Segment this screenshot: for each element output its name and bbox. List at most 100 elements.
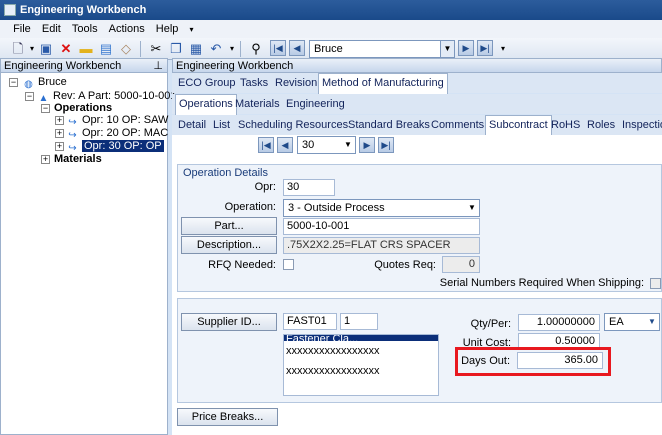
- record-combo[interactable]: 30 ▼: [297, 136, 356, 154]
- record-next-icon[interactable]: ▶: [359, 137, 375, 153]
- description-button[interactable]: Description...: [181, 236, 277, 254]
- opr-field[interactable]: 30: [283, 179, 335, 196]
- chevron-down-icon[interactable]: ▼: [465, 200, 479, 216]
- cut-icon[interactable]: ✂: [148, 41, 164, 57]
- paste-icon[interactable]: ▦: [188, 41, 204, 57]
- tab-roles[interactable]: Roles: [584, 117, 618, 135]
- tab-rohs[interactable]: RoHS: [548, 117, 583, 135]
- tab-detail[interactable]: Detail: [175, 117, 209, 135]
- chevron-down-icon[interactable]: ▼: [645, 314, 659, 330]
- record-value: 30: [302, 139, 315, 151]
- uom-select[interactable]: EA ▼: [604, 313, 660, 331]
- tab-operations[interactable]: Operations: [175, 94, 237, 115]
- tab-materials[interactable]: Materials: [232, 96, 283, 114]
- tabs-level2: Operations Materials Engineering: [172, 94, 662, 115]
- delete-icon[interactable]: ✕: [58, 41, 74, 57]
- undo-dropdown-icon[interactable]: ▾: [224, 41, 240, 57]
- menu-overflow-icon[interactable]: ▾: [185, 21, 197, 39]
- tree-node-op-10-label: Opr: 10 OP: SAW: [82, 114, 169, 126]
- detail-panel-title-bar: Engineering Workbench: [172, 58, 662, 73]
- tree-node-op-20-label: Opr: 20 OP: MAC: [82, 127, 169, 139]
- window-title-bar: Engineering Workbench: [0, 0, 662, 20]
- supplier-id-field[interactable]: FAST01: [283, 313, 337, 330]
- quotes-req-field: 0: [442, 256, 480, 273]
- pin-icon[interactable]: ⊥: [153, 59, 163, 73]
- app-icon: [4, 4, 16, 16]
- collapse-icon[interactable]: −: [25, 92, 34, 101]
- save-icon[interactable]: ▣: [38, 41, 54, 57]
- nav-record-value: Bruce: [314, 43, 343, 55]
- menu-edit[interactable]: Edit: [38, 20, 65, 38]
- record-first-icon[interactable]: |◀: [258, 137, 274, 153]
- price-breaks-button[interactable]: Price Breaks...: [177, 408, 278, 426]
- nav-last-icon[interactable]: ▶|: [477, 40, 493, 56]
- supplier-address-line: Fastener Cla...: [284, 335, 438, 341]
- open-folder-icon[interactable]: ▬: [78, 41, 94, 57]
- tab-standard-breaks[interactable]: Standard Breaks: [345, 117, 433, 135]
- record-prev-icon[interactable]: ◀: [277, 137, 293, 153]
- chevron-down-icon[interactable]: ▼: [341, 137, 355, 153]
- tabs-level3: Detail List Scheduling Resources Standar…: [172, 115, 662, 135]
- opr-label: Opr:: [254, 181, 276, 193]
- part-field[interactable]: 5000-10-001: [283, 218, 480, 235]
- qty-per-label: Qty/Per:: [470, 318, 511, 330]
- clear-icon[interactable]: ◇: [118, 41, 134, 57]
- tab-subcontract[interactable]: Subcontract: [485, 115, 552, 135]
- toolbar-overflow-icon[interactable]: ▾: [495, 41, 511, 57]
- uom-value: EA: [609, 316, 624, 328]
- operation-details-label: Operation Details: [183, 167, 268, 179]
- window-title: Engineering Workbench: [20, 4, 147, 16]
- tree-node-root[interactable]: ◍ Bruce: [22, 76, 67, 91]
- tree-view: − ◍ Bruce − ▲ Rev: A Part: 5000-10-001 − O…: [0, 72, 177, 435]
- serial-numbers-label: Serial Numbers Required When Shipping:: [439, 277, 644, 289]
- description-field: .75X2X2.25=FLAT CRS SPACER: [283, 237, 480, 254]
- tree-node-root-label: Bruce: [38, 76, 67, 88]
- nav-next-icon[interactable]: ▶: [458, 40, 474, 56]
- collapse-icon[interactable]: −: [9, 78, 18, 87]
- menu-actions[interactable]: Actions: [105, 20, 149, 38]
- nav-first-icon[interactable]: |◀: [270, 40, 286, 56]
- detail-panel-title: Engineering Workbench: [176, 60, 294, 72]
- tab-list[interactable]: List: [210, 117, 233, 135]
- qty-per-field[interactable]: 1.00000000: [518, 314, 600, 331]
- tab-tasks[interactable]: Tasks: [237, 75, 271, 93]
- tab-scheduling-resources[interactable]: Scheduling Resources: [235, 117, 351, 135]
- operation-select[interactable]: 3 - Outside Process ▼: [283, 199, 480, 217]
- attach-icon[interactable]: ▤: [98, 41, 114, 57]
- tab-eco-group[interactable]: ECO Group: [175, 75, 238, 93]
- menu-bar: File Edit Tools Actions Help ▾: [0, 20, 662, 38]
- record-last-icon[interactable]: ▶|: [378, 137, 394, 153]
- nav-record-combo[interactable]: Bruce ▼: [309, 40, 455, 58]
- tab-comments[interactable]: Comments: [428, 117, 487, 135]
- tab-engineering[interactable]: Engineering: [283, 96, 348, 114]
- operation-select-value: 3 - Outside Process: [288, 202, 385, 214]
- tab-method-of-manufacturing[interactable]: Method of Manufacturing: [318, 73, 448, 94]
- expand-icon[interactable]: +: [55, 129, 64, 138]
- quotes-req-label: Quotes Req:: [374, 259, 436, 271]
- supplier-number-field[interactable]: 1: [340, 313, 378, 330]
- toolbar: 🗋 ▾ ▣ ✕ ▬ ▤ ◇ ✂ ❐ ▦ ↶ ▾ ⚲ |◀ ◀ Bruce ▼ ▶…: [0, 38, 662, 60]
- tab-revision[interactable]: Revision: [272, 75, 320, 93]
- expand-icon[interactable]: +: [55, 142, 64, 151]
- tree-node-revision-label: Rev: A Part: 5000-10-001: [53, 90, 177, 102]
- menu-help[interactable]: Help: [152, 20, 183, 38]
- rfq-needed-checkbox[interactable]: [283, 259, 294, 270]
- expand-icon[interactable]: +: [41, 155, 50, 164]
- tree-node-materials[interactable]: Materials: [54, 153, 102, 166]
- tab-inspection[interactable]: Inspectio: [619, 117, 662, 135]
- supplier-id-button[interactable]: Supplier ID...: [181, 313, 277, 331]
- part-button[interactable]: Part...: [181, 217, 277, 235]
- menu-tools[interactable]: Tools: [68, 20, 102, 38]
- days-out-highlight: [455, 347, 611, 376]
- collapse-icon[interactable]: −: [41, 104, 50, 113]
- nav-prev-icon[interactable]: ◀: [289, 40, 305, 56]
- expand-icon[interactable]: +: [55, 116, 64, 125]
- undo-icon[interactable]: ↶: [208, 41, 224, 57]
- chevron-down-icon[interactable]: ▼: [440, 41, 454, 57]
- serial-numbers-checkbox[interactable]: [650, 278, 661, 289]
- operation-label: Operation:: [224, 201, 276, 213]
- copy-icon[interactable]: ❐: [168, 41, 184, 57]
- menu-file[interactable]: File: [9, 20, 35, 38]
- rfq-needed-label: RFQ Needed:: [208, 259, 276, 271]
- binoculars-icon[interactable]: ⚲: [248, 41, 264, 57]
